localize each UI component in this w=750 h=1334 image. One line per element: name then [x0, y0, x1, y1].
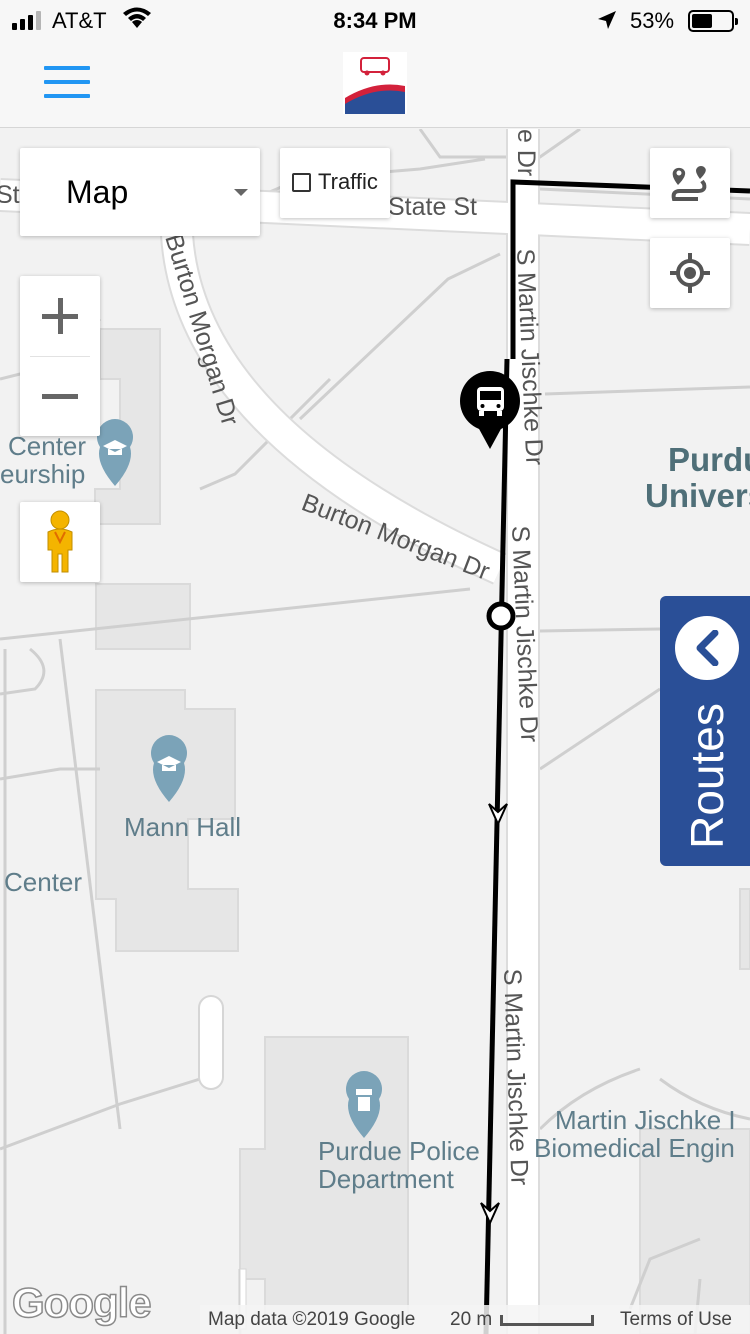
map-type-select[interactable]: Map [20, 148, 260, 236]
bus-icon: bus-icon [0, 129, 4, 130]
scale-bar [500, 1315, 594, 1326]
poi-label-biomed-1: Martin Jischke I [555, 1105, 736, 1135]
poi-label-purdue-2: Univers [645, 477, 750, 514]
terms-of-use-link[interactable]: Terms of Use [620, 1309, 732, 1331]
street-view-pegman[interactable] [20, 502, 100, 582]
poi-label-center-top-2: eurship [0, 459, 85, 489]
poi-label-police-1: Purdue Police [318, 1136, 480, 1166]
poi-label-biomed-2: Biomedical Engin [534, 1133, 735, 1163]
caret-down-icon [234, 189, 248, 196]
zoom-controls [20, 276, 100, 436]
pegman-icon [47, 510, 73, 573]
chevron-left-icon[interactable] [675, 616, 739, 680]
zoom-out-button[interactable] [20, 356, 100, 436]
poi-label-purdue-1: Purdu [668, 441, 750, 478]
zoom-in-button[interactable] [20, 276, 100, 356]
scale-label: 20 m [450, 1309, 493, 1330]
app-header [0, 40, 750, 128]
map-attribution-bar: Map data ©2019 Google 20 m Terms of Use [200, 1305, 750, 1334]
traffic-checkbox[interactable] [292, 173, 311, 192]
google-logo: Google [11, 1278, 152, 1327]
battery-level-fill [692, 14, 713, 28]
map-type-label: Map [66, 174, 129, 210]
poi-label-mann-hall: Mann Hall [124, 812, 241, 842]
route-icon [671, 166, 707, 201]
road-label-burton-morgan-dr-a: Burton Morgan Dr [159, 231, 244, 429]
battery-percent: 53% [630, 8, 675, 33]
traffic-toggle[interactable]: Traffic [280, 148, 390, 218]
poi-label-police-2: Department [318, 1164, 455, 1194]
battery-icon [688, 10, 738, 32]
crosshair-icon [670, 253, 710, 293]
my-location-button[interactable] [650, 238, 730, 308]
map-canvas: State St Sta e Dr Burton Morgan Dr Burto… [0, 129, 750, 1334]
road-label-state-st: State St [388, 193, 477, 221]
map-view[interactable]: State St Sta e Dr Burton Morgan Dr Burto… [0, 129, 750, 1334]
location-arrow-icon [596, 9, 618, 37]
status-bar: AT&T 8:34 PM 53% [0, 0, 750, 40]
hamburger-menu-button[interactable] [44, 66, 92, 102]
routes-panel-tab[interactable]: Routes [660, 596, 750, 866]
traffic-label: Traffic [318, 169, 378, 194]
bus-stop-marker[interactable] [486, 601, 516, 631]
poi-label-center-left: Center [4, 867, 82, 897]
citybus-logo [343, 52, 407, 114]
map-data-attribution: Map data ©2019 Google [208, 1309, 416, 1330]
road-label-dr-top: e Dr [512, 129, 540, 176]
app-screen: AT&T 8:34 PM 53% State St St e Dr Burton… [0, 0, 750, 1334]
directions-button[interactable] [650, 148, 730, 218]
routes-tab-label: Routes [681, 703, 733, 849]
